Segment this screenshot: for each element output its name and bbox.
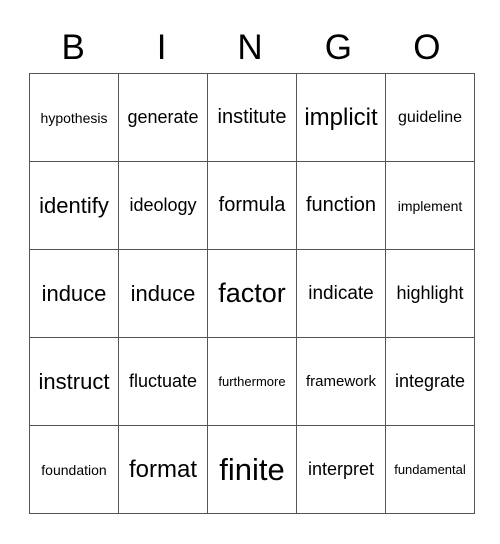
bingo-cell: indicate: [296, 249, 386, 338]
bingo-cell: implement: [385, 161, 475, 250]
bingo-cell: furthermore: [207, 337, 297, 426]
bingo-cell: framework: [296, 337, 386, 426]
grid-row: foundation format finite interpret funda…: [29, 425, 475, 514]
bingo-cell: implicit: [296, 73, 386, 162]
header-letter-o: O: [413, 28, 441, 67]
bingo-cell: function: [296, 161, 386, 250]
bingo-cell: format: [118, 425, 208, 514]
bingo-cell: integrate: [385, 337, 475, 426]
grid-row: hypothesis generate institute implicit g…: [29, 73, 475, 162]
bingo-cell: fluctuate: [118, 337, 208, 426]
bingo-cell: formula: [207, 161, 297, 250]
bingo-cell: foundation: [29, 425, 119, 514]
grid-row: identify ideology formula function imple…: [29, 161, 475, 250]
header-letter-n: N: [237, 28, 263, 67]
bingo-grid: hypothesis generate institute implicit g…: [29, 73, 475, 514]
bingo-cell: institute: [207, 73, 297, 162]
bingo-cell: ideology: [118, 161, 208, 250]
bingo-cell: generate: [118, 73, 208, 162]
bingo-cell: identify: [29, 161, 119, 250]
bingo-cell: instruct: [29, 337, 119, 426]
bingo-cell: finite: [207, 425, 297, 514]
bingo-cell: induce: [29, 249, 119, 338]
bingo-cell: fundamental: [385, 425, 475, 514]
bingo-cell: factor: [207, 249, 297, 338]
bingo-cell: hypothesis: [29, 73, 119, 162]
bingo-cell: guideline: [385, 73, 475, 162]
grid-row: induce induce factor indicate highlight: [29, 249, 475, 338]
bingo-header: B I N G O: [29, 26, 471, 70]
header-letter-g: G: [324, 28, 353, 67]
grid-row: instruct fluctuate furthermore framework…: [29, 337, 475, 426]
bingo-cell: induce: [118, 249, 208, 338]
header-letter-i: I: [156, 28, 167, 67]
bingo-cell: interpret: [296, 425, 386, 514]
header-letter-b: B: [61, 28, 85, 67]
bingo-cell: highlight: [385, 249, 475, 338]
